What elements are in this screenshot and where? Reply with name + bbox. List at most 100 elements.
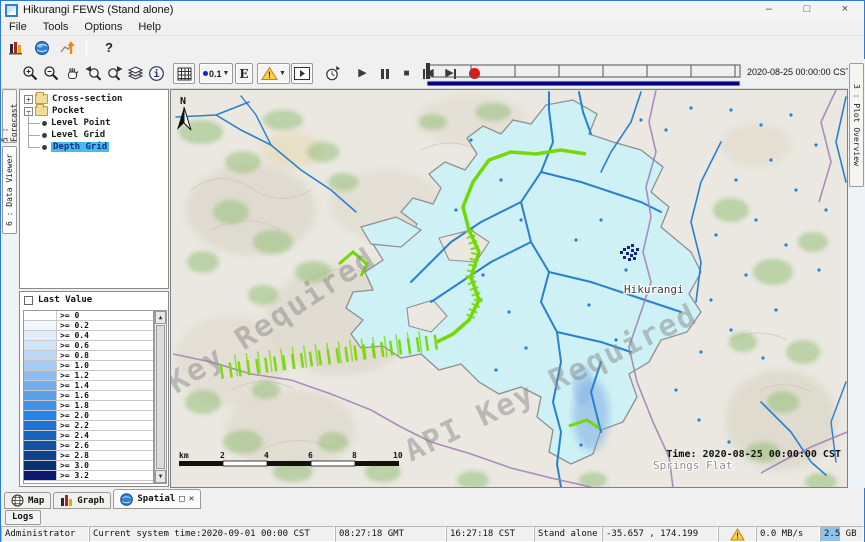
expand-plus-icon[interactable]: + bbox=[24, 95, 33, 104]
svg-text:!: ! bbox=[267, 71, 272, 81]
status-warning-cell[interactable]: ! bbox=[718, 526, 756, 542]
svg-text:2: 2 bbox=[220, 451, 225, 460]
play-button[interactable]: ▶ bbox=[353, 63, 372, 84]
tree-label: Cross-section bbox=[52, 94, 122, 104]
chevron-down-icon: ▼ bbox=[279, 70, 286, 77]
threshold-dot-icon bbox=[203, 71, 208, 76]
map-canvas[interactable]: API Key Required API Key Required Hikura… bbox=[171, 90, 847, 487]
close-button[interactable]: × bbox=[826, 1, 864, 19]
legend-row: >= 3.0 bbox=[24, 461, 153, 471]
time-span-bar bbox=[427, 81, 740, 86]
pan-hand-icon[interactable] bbox=[63, 63, 82, 84]
threshold-dropdown[interactable]: 0.1 ▼ bbox=[199, 63, 233, 84]
map-panel: API Key Required API Key Required Hikura… bbox=[170, 89, 848, 488]
legend-row: >= 0.2 bbox=[24, 321, 153, 331]
window-title: Hikurangi FEWS (Stand alone) bbox=[23, 4, 173, 16]
tab-close-icon[interactable]: ✕ bbox=[189, 494, 194, 504]
tree-item-depth-grid[interactable]: Depth Grid bbox=[24, 141, 168, 153]
info-icon[interactable]: i bbox=[147, 63, 166, 84]
wire-globe-icon bbox=[11, 494, 24, 507]
tree-item-cross-section[interactable]: + Cross-section bbox=[24, 93, 168, 105]
app-logo-icon bbox=[5, 4, 18, 17]
tab-restore-icon[interactable]: □ bbox=[179, 494, 184, 504]
layers-icon[interactable] bbox=[126, 63, 145, 84]
current-datetime-label: 2020-08-25 00:00:00 CST bbox=[747, 67, 851, 77]
tree-item-pocket[interactable]: − Pocket bbox=[24, 105, 168, 117]
label-button[interactable]: E bbox=[235, 63, 253, 84]
tab-graph[interactable]: Graph bbox=[53, 492, 111, 509]
help-button[interactable]: ? bbox=[98, 38, 120, 58]
legend-scrollbar[interactable]: ▲ ▼ bbox=[154, 310, 167, 484]
timeseries-chart-icon[interactable] bbox=[57, 38, 79, 58]
tab-data-viewer[interactable]: 6 : Data Viewer bbox=[2, 146, 17, 234]
tab-spatial[interactable]: Spatial □ ✕ bbox=[113, 489, 201, 509]
node-bullet-icon bbox=[42, 145, 47, 150]
zoom-next-icon[interactable] bbox=[105, 63, 124, 84]
tree-label: Pocket bbox=[52, 106, 85, 116]
svg-text:8: 8 bbox=[352, 451, 357, 460]
right-tab-strip: 3 : Plot Overview bbox=[848, 59, 865, 488]
tree-item-level-point[interactable]: Level Point bbox=[24, 117, 168, 129]
last-value-checkbox[interactable] bbox=[24, 296, 33, 305]
tree-label: Level Grid bbox=[51, 130, 105, 140]
status-gmt-time: 08:27:18 GMT bbox=[335, 526, 446, 542]
explorer-bars-icon[interactable] bbox=[5, 38, 27, 58]
time-slider[interactable] bbox=[425, 62, 743, 86]
scroll-thumb[interactable] bbox=[156, 325, 165, 469]
data-viewer-panel: + Cross-section − Pocket Level Point Lev… bbox=[18, 89, 170, 488]
maximize-button[interactable]: □ bbox=[788, 1, 826, 19]
menu-help[interactable]: Help bbox=[130, 20, 169, 34]
legend-row: >= 1.6 bbox=[24, 391, 153, 401]
legend-row: >= 1.0 bbox=[24, 361, 153, 371]
svg-text:6: 6 bbox=[308, 451, 313, 460]
minimize-button[interactable]: – bbox=[750, 1, 788, 19]
tab-plot-overview[interactable]: 3 : Plot Overview bbox=[849, 63, 864, 187]
place-label: Springs Flat bbox=[653, 459, 732, 472]
zoom-out-icon[interactable] bbox=[42, 63, 61, 84]
pause-button[interactable] bbox=[375, 63, 394, 84]
threshold-value: 0.1 bbox=[209, 69, 222, 79]
status-coordinates: -35.657 , 174.199 bbox=[602, 526, 718, 542]
legend-row: >= 0 bbox=[24, 311, 153, 321]
menu-tools[interactable]: Tools bbox=[35, 20, 77, 34]
blue-globe-icon bbox=[120, 493, 133, 506]
node-bullet-icon bbox=[42, 121, 47, 126]
map-toolbar: i 0.1 ▼ E ! ▼ ▶ ■ ◀ ▶ 2020-08-25 00:0 bbox=[1, 59, 864, 89]
tab-map[interactable]: Map bbox=[4, 492, 51, 509]
status-user: Administrator bbox=[1, 526, 89, 542]
scroll-up-icon[interactable]: ▲ bbox=[155, 311, 166, 324]
bottom-tab-bar: Map Graph Spatial □ ✕ bbox=[1, 488, 864, 509]
menu-file[interactable]: File bbox=[1, 20, 35, 34]
logs-button[interactable]: Logs bbox=[5, 510, 41, 525]
last-value-row: Last Value bbox=[20, 292, 168, 308]
legend-row: >= 0.4 bbox=[24, 331, 153, 341]
tree-item-level-grid[interactable]: Level Grid bbox=[24, 129, 168, 141]
town-label: Hikurangi bbox=[624, 283, 684, 296]
last-value-label: Last Value bbox=[38, 295, 92, 305]
logs-row: Logs bbox=[1, 509, 864, 526]
svg-text:!: ! bbox=[735, 531, 740, 540]
globe-icon[interactable] bbox=[31, 38, 53, 58]
svg-text:km: km bbox=[179, 451, 189, 460]
scroll-down-icon[interactable]: ▼ bbox=[155, 470, 166, 483]
chevron-down-icon: ▼ bbox=[223, 70, 230, 77]
animation-panel-button[interactable] bbox=[291, 63, 313, 84]
zoom-in-icon[interactable] bbox=[21, 63, 40, 84]
zoom-previous-icon[interactable] bbox=[84, 63, 103, 84]
menu-bar: File Tools Options Help bbox=[1, 19, 864, 36]
legend-row: >= 2.8 bbox=[24, 451, 153, 461]
svg-text:N: N bbox=[180, 96, 186, 107]
legend-row: >= 2.0 bbox=[24, 411, 153, 421]
status-transfer-rate: 0.0 MB/s bbox=[756, 526, 820, 542]
grid-display-button[interactable] bbox=[173, 63, 195, 84]
warning-dropdown[interactable]: ! ▼ bbox=[257, 63, 290, 84]
stop-button[interactable]: ■ bbox=[397, 63, 416, 84]
tree-connector bbox=[28, 124, 40, 136]
legend-row: >= 1.2 bbox=[24, 371, 153, 381]
tab-forecast[interactable]: 5 : Forecast bbox=[2, 89, 17, 143]
bar-chart-icon bbox=[60, 494, 73, 507]
timer-export-icon[interactable] bbox=[323, 63, 342, 84]
svg-text:10: 10 bbox=[393, 451, 403, 460]
status-memory[interactable]: 2.5 GB bbox=[820, 526, 864, 542]
menu-options[interactable]: Options bbox=[76, 20, 130, 34]
